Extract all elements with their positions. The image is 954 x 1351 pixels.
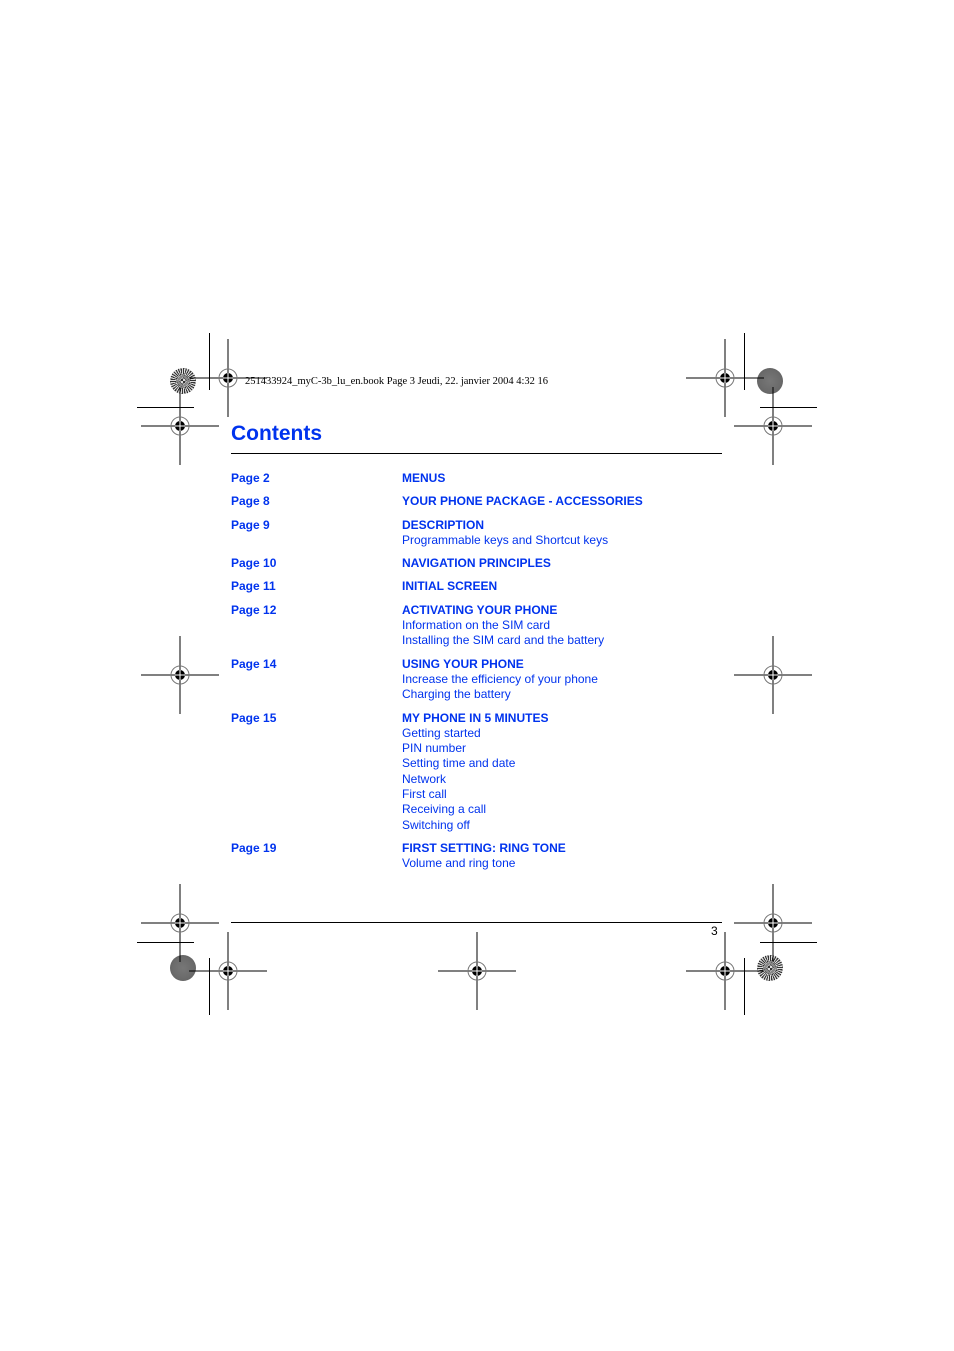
toc-entry[interactable]: Page 19 FIRST SETTING: RING TONE Volume an… bbox=[231, 841, 722, 872]
toc-page-link[interactable]: Page 8 bbox=[231, 494, 402, 509]
toc-subheading[interactable]: PIN number bbox=[402, 741, 722, 756]
toc-subheading[interactable]: First call bbox=[402, 787, 722, 802]
registration-mark-icon bbox=[188, 931, 268, 1011]
toc-entry[interactable]: Page 14 USING YOUR PHONE Increase the effi… bbox=[231, 657, 722, 703]
toc-entry-body: MY PHONE IN 5 MINUTES Getting started PIN … bbox=[402, 711, 722, 833]
toc-entry[interactable]: Page 8 YOUR PHONE PACKAGE - ACCESSORIES bbox=[231, 494, 722, 509]
toc-entry[interactable]: Page 11 INITIAL SCREEN bbox=[231, 579, 722, 594]
toc-subheading[interactable]: Programmable keys and Shortcut keys bbox=[402, 533, 722, 548]
toc-entry-body: MENUS bbox=[402, 471, 722, 486]
toc-subheading[interactable]: Switching off bbox=[402, 818, 722, 833]
toc-heading[interactable]: YOUR PHONE PACKAGE - ACCESSORIES bbox=[402, 494, 722, 509]
toc-heading[interactable]: INITIAL SCREEN bbox=[402, 579, 722, 594]
table-of-contents: Page 2 MENUS Page 8 YOUR PHONE PACKAGE - AC… bbox=[231, 471, 722, 880]
toc-page-link[interactable]: Page 15 bbox=[231, 711, 402, 833]
page-title: Contents bbox=[231, 422, 322, 445]
toc-heading[interactable]: MY PHONE IN 5 MINUTES bbox=[402, 711, 722, 726]
toc-entry-body: ACTIVATING YOUR PHONE Information on the … bbox=[402, 603, 722, 649]
toc-page-link[interactable]: Page 14 bbox=[231, 657, 402, 703]
print-slug: 251433924_myC-3b_lu_en.book Page 3 Jeudi… bbox=[245, 376, 549, 387]
toc-entry-body: USING YOUR PHONE Increase the efficiency … bbox=[402, 657, 722, 703]
toc-subheading[interactable]: Network bbox=[402, 772, 722, 787]
toc-entry[interactable]: Page 9 DESCRIPTION Programmable keys and S… bbox=[231, 518, 722, 549]
toc-heading[interactable]: FIRST SETTING: RING TONE bbox=[402, 841, 722, 856]
toc-subheading[interactable]: Receiving a call bbox=[402, 802, 722, 817]
toc-heading[interactable]: MENUS bbox=[402, 471, 722, 486]
toc-page-link[interactable]: Page 11 bbox=[231, 579, 402, 594]
toc-subheading[interactable]: Increase the efficiency of your phone bbox=[402, 672, 722, 687]
registration-mark-icon bbox=[733, 635, 813, 715]
toc-heading[interactable]: ACTIVATING YOUR PHONE bbox=[402, 603, 722, 618]
registration-mark-icon bbox=[140, 635, 220, 715]
toc-subheading[interactable]: Installing the SIM card and the battery bbox=[402, 633, 722, 648]
title-rule bbox=[231, 453, 722, 454]
toc-heading[interactable]: DESCRIPTION bbox=[402, 518, 722, 533]
toc-entry-body: NAVIGATION PRINCIPLES bbox=[402, 556, 722, 571]
toc-entry[interactable]: Page 12 ACTIVATING YOUR PHONE Information … bbox=[231, 603, 722, 649]
toc-page-link[interactable]: Page 9 bbox=[231, 518, 402, 549]
toc-entry-body: YOUR PHONE PACKAGE - ACCESSORIES bbox=[402, 494, 722, 509]
toc-subheading[interactable]: Charging the battery bbox=[402, 687, 722, 702]
toc-subheading[interactable]: Information on the SIM card bbox=[402, 618, 722, 633]
footer-rule bbox=[231, 922, 722, 923]
toc-page-link[interactable]: Page 19 bbox=[231, 841, 402, 872]
registration-mark-icon bbox=[733, 386, 813, 466]
toc-subheading[interactable]: Volume and ring tone bbox=[402, 856, 722, 871]
registration-mark-icon bbox=[685, 931, 765, 1011]
toc-heading[interactable]: USING YOUR PHONE bbox=[402, 657, 722, 672]
registration-mark-icon bbox=[140, 386, 220, 466]
toc-entry[interactable]: Page 15 MY PHONE IN 5 MINUTES Getting star… bbox=[231, 711, 722, 833]
page-number: 3 bbox=[711, 924, 718, 938]
toc-page-link[interactable]: Page 10 bbox=[231, 556, 402, 571]
toc-entry[interactable]: Page 2 MENUS bbox=[231, 471, 722, 486]
registration-mark-icon bbox=[437, 931, 517, 1011]
toc-page-link[interactable]: Page 12 bbox=[231, 603, 402, 649]
toc-entry-body: INITIAL SCREEN bbox=[402, 579, 722, 594]
toc-entry-body: FIRST SETTING: RING TONE Volume and ring … bbox=[402, 841, 722, 872]
toc-entry[interactable]: Page 10 NAVIGATION PRINCIPLES bbox=[231, 556, 722, 571]
toc-subheading[interactable]: Getting started bbox=[402, 726, 722, 741]
toc-heading[interactable]: NAVIGATION PRINCIPLES bbox=[402, 556, 722, 571]
toc-entry-body: DESCRIPTION Programmable keys and Shortcu… bbox=[402, 518, 722, 549]
toc-subheading[interactable]: Setting time and date bbox=[402, 756, 722, 771]
toc-page-link[interactable]: Page 2 bbox=[231, 471, 402, 486]
